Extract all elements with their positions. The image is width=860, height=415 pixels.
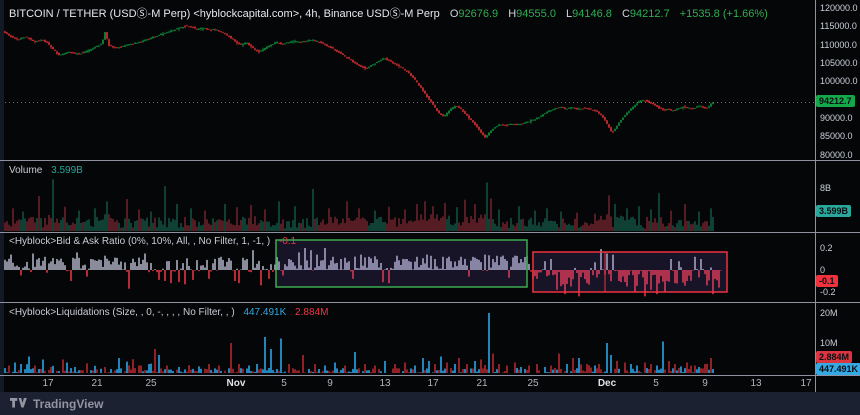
- liquidations-buy-value: 447.491K: [243, 307, 286, 318]
- pane-separator[interactable]: [0, 160, 860, 161]
- ohlc-low-value: 94146.8: [572, 8, 612, 20]
- tradingview-brand[interactable]: TradingView: [33, 397, 103, 411]
- price-axis[interactable]: 120000.0 115000.0 110000.0 105000.0 100000.0…: [816, 0, 860, 392]
- liquidations-sell-value: 2.884M: [295, 307, 328, 318]
- footer-bar: TradingView: [0, 392, 860, 415]
- axis-badge: 3.599B: [816, 205, 851, 217]
- ohlc-high-value: 94555.0: [516, 8, 556, 20]
- ratio-tick: 0: [820, 265, 825, 275]
- symbol-title[interactable]: BITCOIN / TETHER (USDⓈ-M Perp) <hyblockc…: [9, 8, 440, 20]
- time-label: 17: [427, 378, 438, 389]
- price-tick: 100000.0: [820, 76, 858, 86]
- price-tick: 105000.0: [820, 58, 858, 68]
- time-label: 9: [702, 378, 708, 389]
- volume-tick: 8B: [820, 183, 831, 193]
- price-tick: 115000.0: [820, 21, 857, 31]
- bid-ask-ratio-indicator-legend[interactable]: <Hyblock>Bid & Ask Ratio (0%, 10%, All, …: [9, 236, 296, 247]
- price-tick: 85000.0: [820, 131, 853, 141]
- ratio-tick: -0.2: [820, 287, 836, 297]
- time-label: Dec: [598, 378, 616, 389]
- liquidation-tick: 20M: [820, 308, 838, 318]
- volume-value: 3.599B: [51, 165, 83, 176]
- chart-canvas[interactable]: [0, 0, 860, 392]
- tradingview-window: BITCOIN / TETHER (USDⓈ-M Perp) <hyblockc…: [0, 0, 860, 415]
- time-axis[interactable]: 17 21 25 Nov 5 9 13 17 21 25 Dec 5 9 13 17: [0, 376, 816, 392]
- pane-separator[interactable]: [0, 232, 860, 233]
- liquidation-tick: 10M: [820, 338, 838, 348]
- time-label: 5: [653, 378, 659, 389]
- axis-badge: 447.491K: [816, 363, 860, 375]
- time-label: Nov: [227, 378, 246, 389]
- time-label: 17: [42, 378, 53, 389]
- time-label: 17: [800, 378, 811, 389]
- time-label: 21: [91, 378, 102, 389]
- time-label: 9: [327, 378, 333, 389]
- volume-indicator-legend[interactable]: Volume 3.599B: [9, 165, 83, 176]
- volume-label: Volume: [9, 165, 42, 176]
- axis-badge: 94212.7: [816, 95, 855, 107]
- price-tick: 80000.0: [820, 150, 853, 160]
- liquidations-label: <Hyblock>Liquidations (Size, , 0, -, , ,…: [9, 307, 235, 318]
- price-tick: 110000.0: [820, 40, 857, 50]
- pane-separator[interactable]: [0, 302, 860, 303]
- time-label: 5: [281, 378, 287, 389]
- bid-ask-ratio-label: <Hyblock>Bid & Ask Ratio (0%, 10%, All, …: [9, 236, 270, 247]
- price-change: +1535.8 (+1.66%): [680, 8, 768, 20]
- liquidations-indicator-legend[interactable]: <Hyblock>Liquidations (Size, , 0, -, , ,…: [9, 307, 328, 318]
- time-label: 21: [476, 378, 487, 389]
- axis-badge: -0.1: [816, 275, 838, 287]
- time-label: 25: [145, 378, 156, 389]
- time-label: 25: [527, 378, 538, 389]
- ohlc-high-label: H: [508, 8, 516, 20]
- symbol-legend: BITCOIN / TETHER (USDⓈ-M Perp) <hyblockc…: [9, 5, 768, 21]
- axis-badge: 2.884M: [816, 351, 852, 363]
- time-label: 13: [379, 378, 390, 389]
- price-tick: 120000.0: [820, 3, 858, 13]
- tradingview-logo-icon[interactable]: [10, 398, 27, 409]
- time-label: 13: [750, 378, 761, 389]
- ratio-tick: 0.2: [820, 243, 833, 253]
- ohlc-open-value: 92676.9: [458, 8, 498, 20]
- ohlc-close-value: 94212.7: [630, 8, 670, 20]
- bid-ask-ratio-value: -0.1: [279, 236, 296, 247]
- price-tick: 90000.0: [820, 113, 853, 123]
- ohlc-close-label: C: [622, 8, 630, 20]
